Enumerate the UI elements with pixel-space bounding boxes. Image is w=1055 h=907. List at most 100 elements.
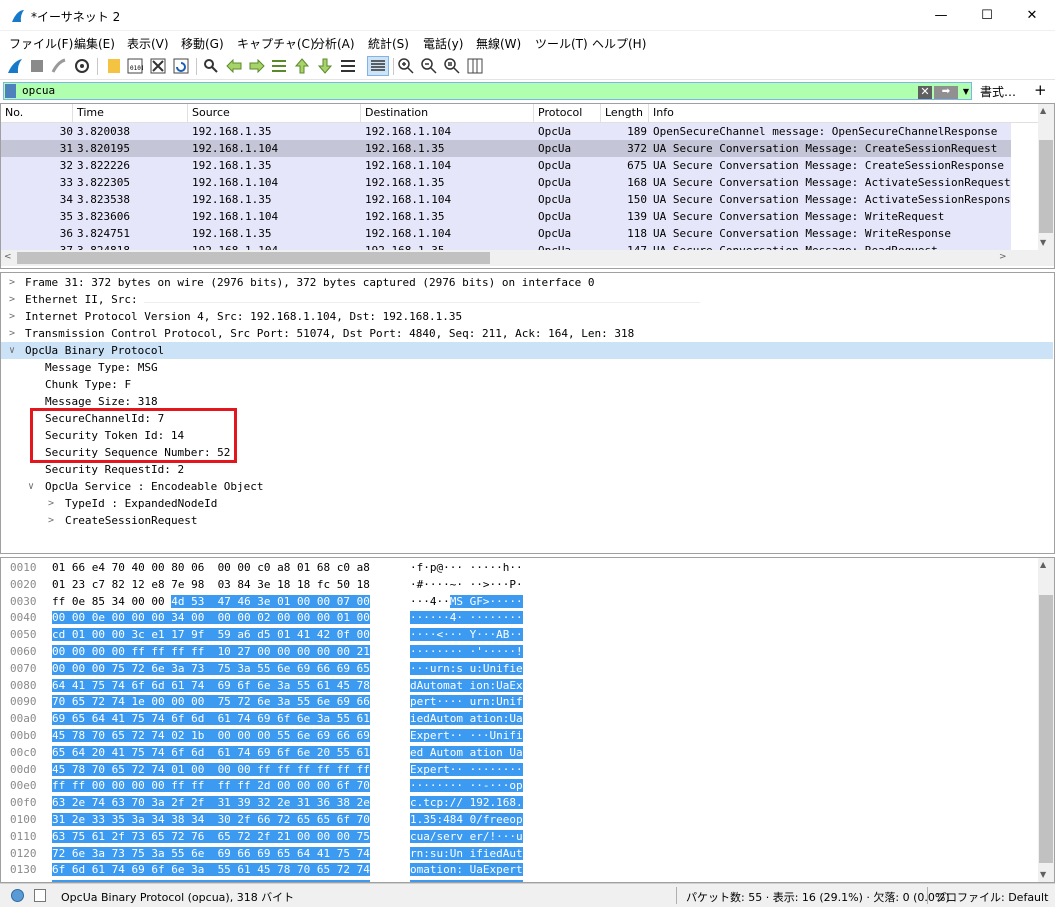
hex-bytes-line[interactable]: 63 75 61 2f 73 65 72 76 65 72 2f 21 00 0… xyxy=(52,829,370,846)
open-file-icon[interactable] xyxy=(105,57,123,75)
menu-help[interactable]: ヘルプ(H) xyxy=(592,35,646,52)
clear-filter-icon[interactable]: ✕ xyxy=(918,86,932,99)
capture-comment-icon[interactable] xyxy=(34,889,46,902)
hex-bytes-line[interactable]: 45 78 70 65 72 74 01 00 00 00 ff ff ff f… xyxy=(52,762,370,779)
expert-info-icon[interactable] xyxy=(11,889,24,902)
field-chunk-type[interactable]: Chunk Type: F xyxy=(45,376,131,393)
chevron-down-icon[interactable]: ∨ xyxy=(28,478,34,495)
restart-capture-icon[interactable] xyxy=(50,57,68,75)
packet-list-pane[interactable]: No. Time Source Destination Protocol Len… xyxy=(0,103,1055,269)
status-profile[interactable]: プロファイル: Default xyxy=(935,889,1048,905)
hex-bytes-line[interactable]: 65 64 20 41 75 74 6f 6d 61 74 69 6f 6e 2… xyxy=(52,745,370,762)
hex-bytes-line[interactable]: 00 00 0e 00 00 00 34 00 00 00 02 00 00 0… xyxy=(52,610,370,627)
hex-bytes-line[interactable]: 00 00 00 75 72 6e 3a 73 75 3a 55 6e 69 6… xyxy=(52,661,370,678)
opcua-service-tree-item[interactable]: ∨ OpcUa Service : Encodeable Object xyxy=(28,478,264,495)
ascii-line[interactable]: pert···· urn:Unif xyxy=(410,694,523,711)
menu-file[interactable]: ファイル(F) xyxy=(9,35,73,52)
packet-row[interactable]: 31 3.820195 192.168.1.104 192.168.1.35 OpcUa… xyxy=(1,140,1011,157)
hex-bytes-line[interactable]: 45 78 70 65 72 74 02 1b 00 00 00 55 6e 6… xyxy=(52,728,370,745)
chevron-right-icon[interactable]: > xyxy=(48,512,54,529)
chevron-down-icon[interactable]: ∨ xyxy=(9,342,15,359)
packet-row[interactable]: 34 3.823538 192.168.1.35 192.168.1.104 OpcUa… xyxy=(1,191,1011,208)
field-security-request-id[interactable]: Security RequestId: 2 xyxy=(45,461,184,478)
menu-analyze[interactable]: 分析(A) xyxy=(313,35,355,52)
start-capture-icon[interactable] xyxy=(6,57,24,75)
normal-size-icon[interactable] xyxy=(443,57,461,75)
menu-view[interactable]: 表示(V) xyxy=(127,35,169,52)
menu-edit[interactable]: 編集(E) xyxy=(74,35,115,52)
hex-bytes-line[interactable]: 31 2e 33 35 3a 34 38 34 30 2f 66 72 65 6… xyxy=(52,812,370,829)
hex-bytes-line[interactable]: 69 65 64 41 75 74 6f 6d 61 74 69 6f 6e 3… xyxy=(52,711,370,728)
column-time[interactable]: Time xyxy=(73,104,188,123)
hex-bytes-line[interactable]: ff 0e 85 34 00 00 4d 53 47 46 3e 01 00 0… xyxy=(52,594,370,611)
ascii-line[interactable]: ······4· ········ xyxy=(410,610,523,627)
column-protocol[interactable]: Protocol xyxy=(534,104,601,123)
packet-list-vscroll[interactable]: ▲ ▼ xyxy=(1038,104,1054,250)
tcp-tree-item[interactable]: > Transmission Control Protocol, Src Port… xyxy=(9,325,634,342)
scroll-down-icon[interactable]: ▼ xyxy=(1040,870,1046,879)
ascii-line[interactable]: iedAutom ation:Ua xyxy=(410,711,523,728)
bytes-vscroll[interactable]: ▲ ▼ xyxy=(1038,558,1054,882)
column-length[interactable]: Length xyxy=(601,104,649,123)
close-button[interactable]: ✕ xyxy=(1009,0,1055,31)
chevron-right-icon[interactable]: > xyxy=(9,274,15,291)
find-packet-icon[interactable] xyxy=(202,57,220,75)
display-filter-input[interactable]: opcua ✕ ➡ ▼ xyxy=(3,82,972,100)
filter-text[interactable]: opcua xyxy=(22,84,55,97)
packet-list-hscroll[interactable]: < > xyxy=(1,250,1054,266)
typeid-tree-item[interactable]: > TypeId : ExpandedNodeId xyxy=(48,495,217,512)
scroll-up-icon[interactable]: ▲ xyxy=(1040,106,1046,115)
ascii-line[interactable]: ········ ··-···op xyxy=(410,778,523,795)
scroll-left-icon[interactable]: < xyxy=(4,252,12,262)
scroll-down-icon[interactable]: ▼ xyxy=(1040,238,1046,247)
hex-bytes-line[interactable]: 63 2e 74 63 70 3a 2f 2f 31 39 32 2e 31 3… xyxy=(52,795,370,812)
menu-capture[interactable]: キャプチャ(C) xyxy=(237,35,315,52)
expression-button[interactable]: 書式… xyxy=(980,83,1016,100)
go-first-packet-icon[interactable] xyxy=(293,57,311,75)
auto-scroll-icon[interactable] xyxy=(339,57,357,75)
frame-tree-item[interactable]: > Frame 31: 372 bytes on wire (2976 bits)… xyxy=(9,274,595,291)
hex-bytes-line[interactable]: 70 65 72 74 1e 00 00 00 75 72 6e 3a 55 6… xyxy=(52,694,370,711)
go-forward-icon[interactable] xyxy=(248,57,266,75)
ascii-line[interactable]: omation: UaExpert xyxy=(410,862,523,879)
go-last-packet-icon[interactable] xyxy=(316,57,334,75)
hex-bytes-line[interactable]: cd 01 00 00 3c e1 17 9f 59 a6 d5 01 41 4… xyxy=(52,627,370,644)
bookmark-icon[interactable] xyxy=(5,84,16,98)
chevron-down-icon[interactable]: ▼ xyxy=(960,85,972,99)
packet-row[interactable]: 35 3.823606 192.168.1.104 192.168.1.35 OpcUa… xyxy=(1,208,1011,225)
ascii-line[interactable]: ····<··· Y···AB·· xyxy=(410,627,523,644)
menu-tools[interactable]: ツール(T) xyxy=(535,35,588,52)
minimize-button[interactable]: — xyxy=(918,0,964,31)
zoom-out-icon[interactable] xyxy=(420,57,438,75)
packet-details-pane[interactable]: > Frame 31: 372 bytes on wire (2976 bits)… xyxy=(0,272,1055,554)
column-no[interactable]: No. xyxy=(1,104,73,123)
go-back-icon[interactable] xyxy=(225,57,243,75)
capture-options-icon[interactable] xyxy=(73,57,91,75)
chevron-right-icon[interactable]: > xyxy=(48,495,54,512)
hex-bytes-line[interactable]: ff ff 00 00 00 00 ff ff ff ff 2d 00 00 0… xyxy=(52,778,370,795)
column-destination[interactable]: Destination xyxy=(361,104,534,123)
ip-tree-item[interactable]: > Internet Protocol Version 4, Src: 192.1… xyxy=(9,308,462,325)
hex-bytes-line[interactable]: 6f 6d 61 74 69 6f 6e 3a 55 61 45 78 70 6… xyxy=(52,862,370,879)
hex-bytes-line[interactable]: 64 41 75 74 6f 6d 61 74 69 6f 6e 3a 55 6… xyxy=(52,678,370,695)
resize-columns-icon[interactable] xyxy=(466,57,484,75)
scroll-up-icon[interactable]: ▲ xyxy=(1040,560,1046,569)
hex-bytes-line[interactable]: 01 66 e4 70 40 00 80 06 00 00 c0 a8 01 6… xyxy=(52,560,370,577)
chevron-right-icon[interactable]: > xyxy=(9,325,15,342)
ascii-line[interactable]: dAutomat ion:UaEx xyxy=(410,678,523,695)
reload-file-icon[interactable] xyxy=(172,57,190,75)
chevron-right-icon[interactable]: > xyxy=(9,308,15,325)
ascii-line[interactable]: ···4··MS GF>····· xyxy=(410,594,523,611)
add-filter-button[interactable]: + xyxy=(1034,81,1047,99)
ascii-line[interactable]: cua/serv er/!···u xyxy=(410,829,523,846)
menu-go[interactable]: 移動(G) xyxy=(181,35,224,52)
maximize-button[interactable]: ☐ xyxy=(964,0,1010,31)
ascii-line[interactable]: ed Autom ation Ua xyxy=(410,745,523,762)
go-to-packet-icon[interactable] xyxy=(270,57,288,75)
hscroll-thumb[interactable] xyxy=(17,252,490,264)
save-file-icon[interactable]: 0101 xyxy=(126,57,144,75)
packet-row[interactable]: 32 3.822226 192.168.1.35 192.168.1.104 OpcUa… xyxy=(1,157,1011,174)
packet-bytes-pane[interactable]: 0010 01 66 e4 70 40 00 80 06 00 00 c0 a8 … xyxy=(0,557,1055,883)
apply-filter-icon[interactable]: ➡ xyxy=(934,86,958,99)
ascii-line[interactable]: ·#····~· ··>···P· xyxy=(410,577,523,594)
